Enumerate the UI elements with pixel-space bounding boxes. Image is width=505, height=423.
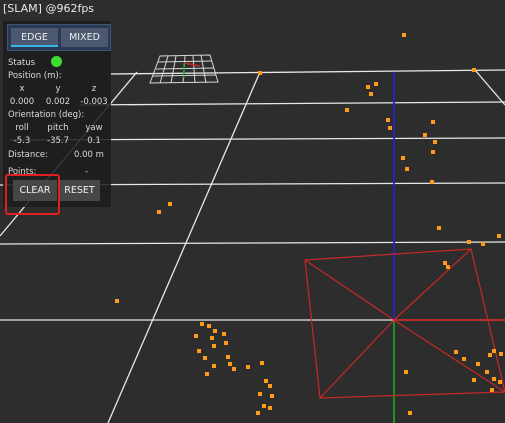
position-x-value: 0.000 [9, 97, 35, 107]
orientation-yaw-label: yaw [85, 123, 103, 133]
orientation-yaw-value: 0.1 [87, 136, 101, 146]
position-x-label: x [19, 84, 25, 94]
mode-edge-button[interactable]: EDGE [11, 28, 58, 47]
position-z-value: -0.003 [80, 97, 108, 107]
position-label: Position (m): [8, 71, 62, 81]
position-y-label: y [55, 84, 61, 94]
reset-button[interactable]: RESET [59, 180, 100, 201]
mode-mixed-button[interactable]: MIXED [61, 28, 108, 47]
orientation-pitch-value: -35.7 [47, 136, 69, 146]
orientation-roll-label: roll [15, 123, 29, 133]
feature-point-cloud [115, 33, 503, 415]
orientation-roll-value: -5.3 [13, 136, 31, 146]
position-y-value: 0.002 [45, 97, 71, 107]
status-indicator [51, 56, 62, 67]
position-z-label: z [91, 84, 97, 94]
world-reference-grid [149, 54, 219, 84]
distance-label: Distance: [8, 150, 49, 160]
status-label: Status [8, 58, 36, 68]
clear-button-highlight [5, 174, 60, 215]
window-title: [SLAM] @962fps [3, 2, 95, 15]
camera-frustum [304, 248, 505, 399]
mode-selector: EDGE MIXED [7, 24, 111, 51]
points-value: - [85, 167, 89, 177]
distance-value: 0.00 m [74, 150, 104, 160]
orientation-label: Orientation (deg): [8, 110, 85, 120]
orientation-pitch-label: pitch [47, 123, 69, 133]
